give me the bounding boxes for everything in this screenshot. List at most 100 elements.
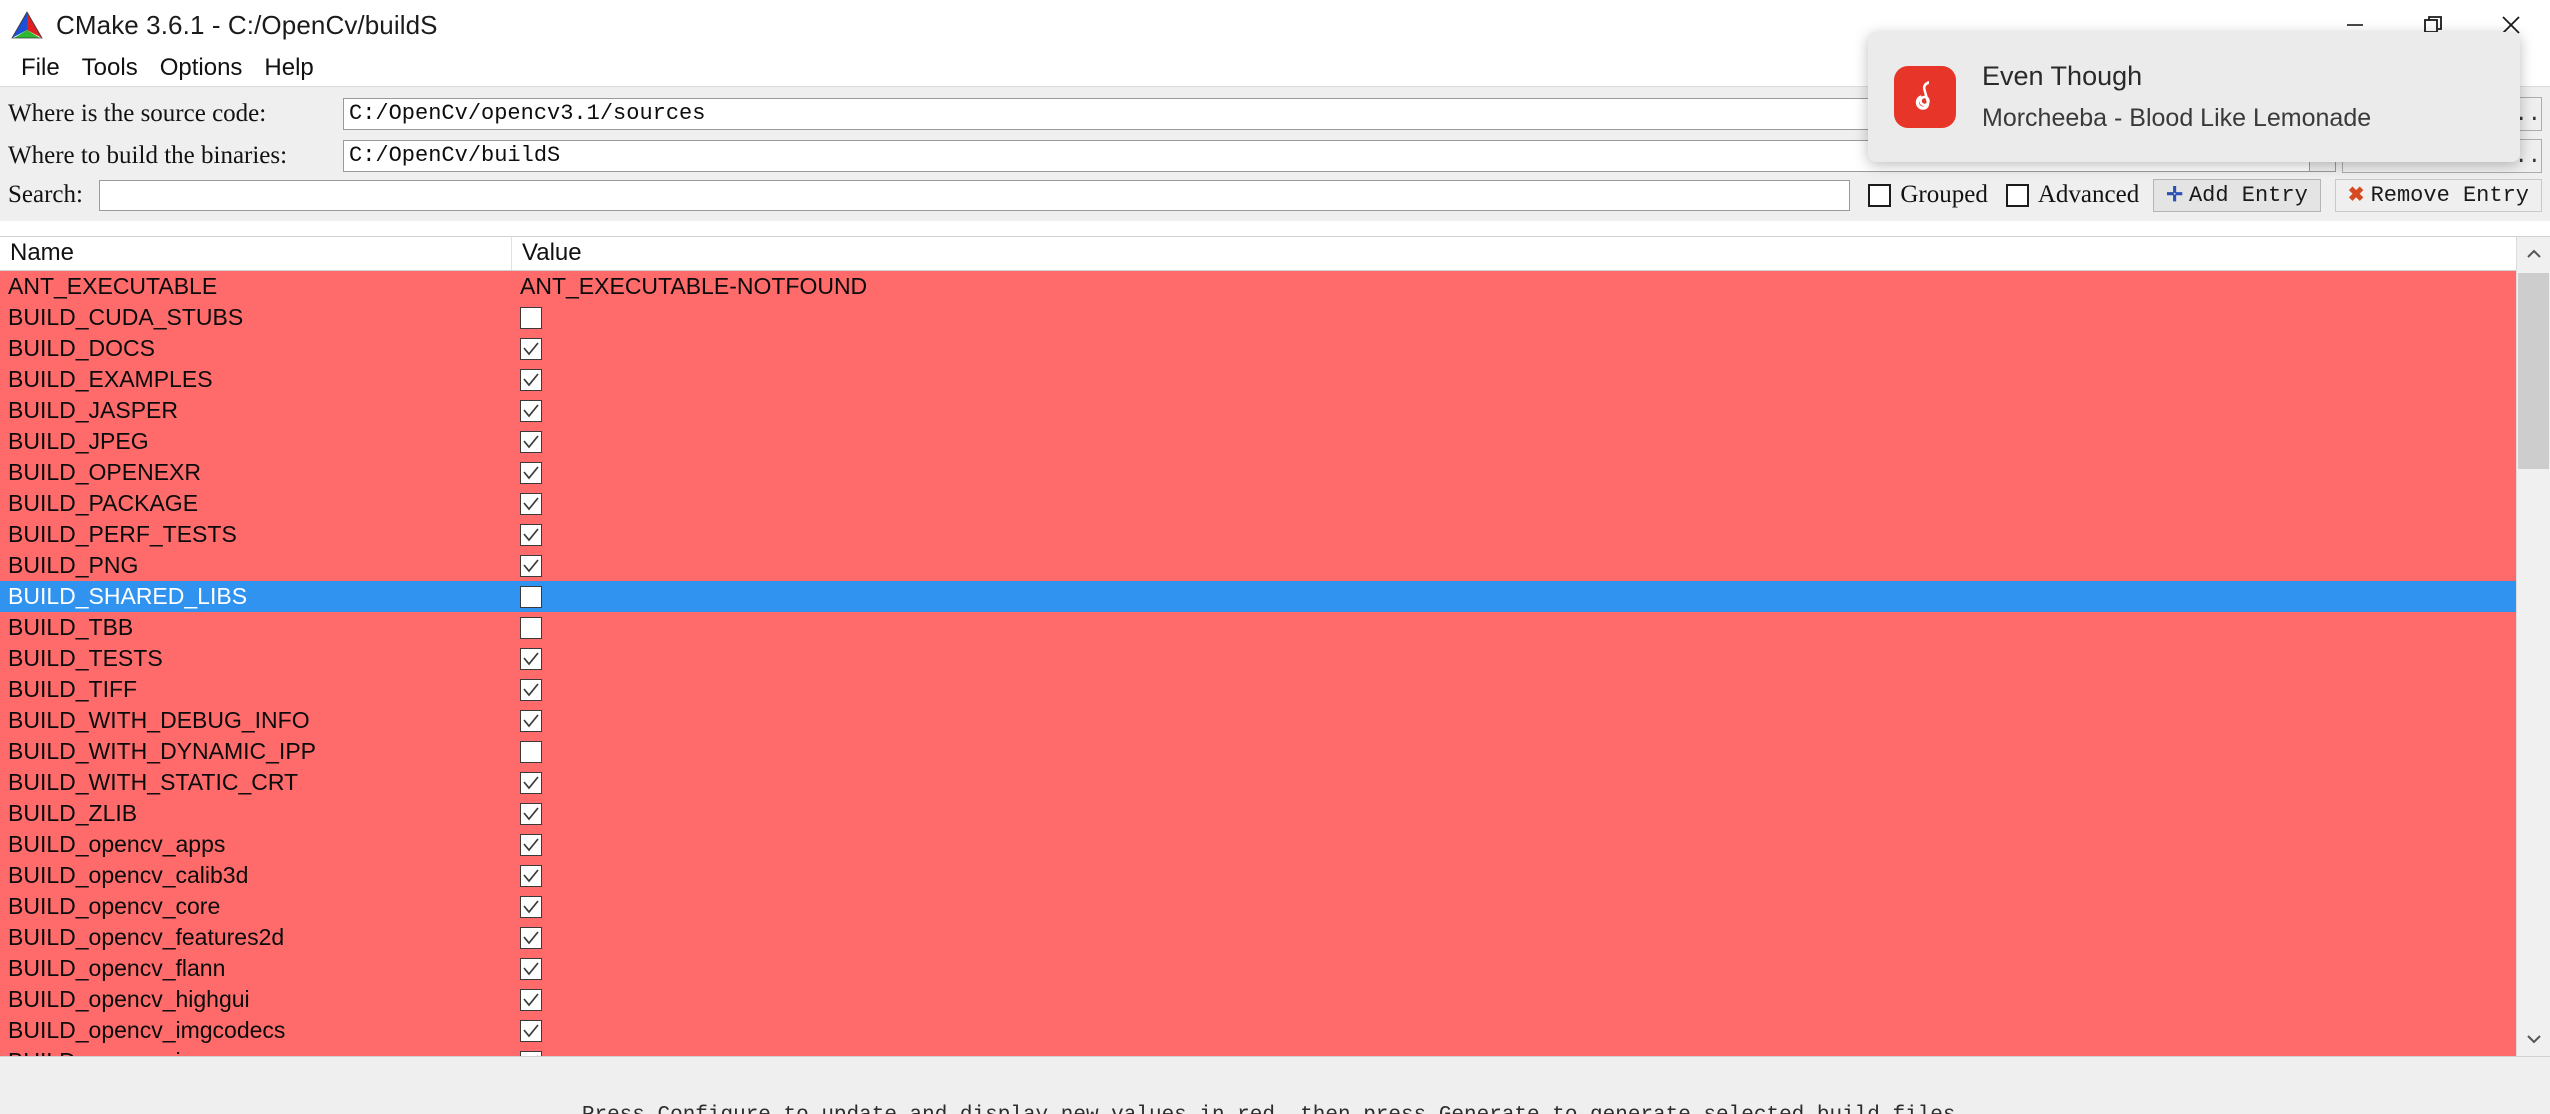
table-row[interactable]: BUILD_SHARED_LIBS (0, 581, 2516, 612)
cache-entry-value[interactable] (512, 430, 2516, 453)
table-row[interactable]: BUILD_TIFF (0, 674, 2516, 705)
checkbox-checked[interactable] (520, 368, 542, 391)
table-row[interactable]: BUILD_DOCS (0, 333, 2516, 364)
cache-entry-value[interactable]: ANT_EXECUTABLE-NOTFOUND (512, 273, 2516, 300)
table-row[interactable]: BUILD_opencv_imgcodecs (0, 1015, 2516, 1046)
cache-entry-name: BUILD_WITH_DYNAMIC_IPP (8, 738, 317, 764)
table-row[interactable]: BUILD_TBB (0, 612, 2516, 643)
checkmark-icon (523, 682, 539, 696)
checkmark-icon (523, 775, 539, 789)
table-row[interactable]: BUILD_opencv_features2d (0, 922, 2516, 953)
cache-entry-value[interactable] (512, 895, 2516, 918)
checkbox-checked[interactable] (520, 895, 542, 918)
search-input[interactable] (99, 179, 1851, 211)
column-header-name[interactable]: Name (0, 237, 512, 270)
checkbox-checked[interactable] (520, 1019, 542, 1042)
table-row[interactable]: BUILD_opencv_calib3d (0, 860, 2516, 891)
cache-entry-value[interactable] (512, 399, 2516, 422)
search-toolbar: Search: Grouped Advanced ✛ Add Entry ✖ R… (0, 177, 2550, 217)
checkbox-checked[interactable] (520, 833, 542, 856)
table-row[interactable]: BUILD_EXAMPLES (0, 364, 2516, 395)
cache-entry-name: BUILD_EXAMPLES (8, 366, 213, 392)
checkbox-checked[interactable] (520, 461, 542, 484)
table-row[interactable]: BUILD_OPENEXR (0, 457, 2516, 488)
cache-entry-value[interactable] (512, 585, 2516, 608)
cache-entry-value[interactable] (512, 802, 2516, 825)
cache-entry-value[interactable] (512, 678, 2516, 701)
menu-item-tools[interactable]: Tools (71, 53, 149, 83)
checkbox-unchecked[interactable] (520, 585, 542, 608)
table-row[interactable]: BUILD_TESTS (0, 643, 2516, 674)
status-message: Press Configure to update and display ne… (582, 1104, 1968, 1114)
table-row[interactable]: BUILD_CUDA_STUBS (0, 302, 2516, 333)
cache-entry-value[interactable] (512, 864, 2516, 887)
checkbox-checked[interactable] (520, 430, 542, 453)
checkbox-checked[interactable] (520, 647, 542, 670)
table-row[interactable]: BUILD_PACKAGE (0, 488, 2516, 519)
scroll-up-button[interactable] (2517, 237, 2550, 271)
table-row[interactable]: BUILD_WITH_DYNAMIC_IPP (0, 736, 2516, 767)
table-row[interactable]: BUILD_PNG (0, 550, 2516, 581)
table-row[interactable]: BUILD_opencv_flann (0, 953, 2516, 984)
table-row[interactable]: BUILD_ZLIB (0, 798, 2516, 829)
cache-entry-value[interactable] (512, 740, 2516, 763)
checkbox-unchecked[interactable] (520, 306, 542, 329)
cache-entry-value[interactable] (512, 461, 2516, 484)
table-row[interactable]: BUILD_opencv_imgproc (0, 1046, 2516, 1056)
table-row[interactable]: BUILD_WITH_DEBUG_INFO (0, 705, 2516, 736)
cache-entry-value[interactable] (512, 926, 2516, 949)
cache-entry-value[interactable] (512, 833, 2516, 856)
add-entry-button[interactable]: ✛ Add Entry (2153, 178, 2321, 212)
checkbox-unchecked[interactable] (520, 616, 542, 639)
checkbox-checked[interactable] (520, 399, 542, 422)
column-header-value[interactable]: Value (512, 237, 2516, 270)
music-notification-toast[interactable]: Even Though Morcheeba - Blood Like Lemon… (1868, 32, 2520, 162)
checkmark-icon (523, 930, 539, 944)
scroll-down-button[interactable] (2517, 1022, 2550, 1056)
table-row[interactable]: BUILD_opencv_highgui (0, 984, 2516, 1015)
checkbox-checked[interactable] (520, 554, 542, 577)
cache-entry-value[interactable] (512, 771, 2516, 794)
cache-entry-value[interactable] (512, 957, 2516, 980)
cache-entry-value[interactable] (512, 337, 2516, 360)
checkbox-checked[interactable] (520, 771, 542, 794)
table-row[interactable]: BUILD_opencv_core (0, 891, 2516, 922)
advanced-checkbox[interactable]: Advanced (2005, 181, 2139, 209)
cache-entry-value[interactable] (512, 616, 2516, 639)
cache-entry-value[interactable] (512, 988, 2516, 1011)
checkbox-unchecked[interactable] (520, 740, 542, 763)
cache-entry-value[interactable] (512, 492, 2516, 515)
cache-entry-value[interactable] (512, 523, 2516, 546)
checkbox-checked[interactable] (520, 678, 542, 701)
checkbox-checked[interactable] (520, 864, 542, 887)
checkbox-checked[interactable] (520, 492, 542, 515)
grouped-checkbox[interactable]: Grouped (1868, 181, 1988, 209)
cache-entry-value[interactable] (512, 306, 2516, 329)
cache-entry-value[interactable] (512, 554, 2516, 577)
table-row[interactable]: ANT_EXECUTABLE ANT_EXECUTABLE-NOTFOUND (0, 271, 2516, 302)
checkbox-checked[interactable] (520, 926, 542, 949)
remove-entry-button[interactable]: ✖ Remove Entry (2334, 178, 2542, 212)
checkbox-checked[interactable] (520, 709, 542, 732)
cache-entry-value[interactable] (512, 1019, 2516, 1042)
table-row[interactable]: BUILD_PERF_TESTS (0, 519, 2516, 550)
checkbox-checked[interactable] (520, 337, 542, 360)
cache-entry-value[interactable] (512, 709, 2516, 732)
menu-item-options[interactable]: Options (149, 53, 254, 83)
scrollbar-thumb[interactable] (2518, 273, 2549, 469)
table-row[interactable]: BUILD_opencv_apps (0, 829, 2516, 860)
table-row[interactable]: BUILD_WITH_STATIC_CRT (0, 767, 2516, 798)
menu-item-help[interactable]: Help (253, 53, 324, 83)
table-row[interactable]: BUILD_JASPER (0, 395, 2516, 426)
checkbox-checked[interactable] (520, 957, 542, 980)
checkbox-checked[interactable] (520, 802, 542, 825)
table-row[interactable]: BUILD_JPEG (0, 426, 2516, 457)
cache-entry-name: BUILD_opencv_apps (8, 831, 226, 857)
checkmark-icon (523, 527, 539, 541)
menu-item-file[interactable]: File (10, 53, 71, 83)
checkbox-checked[interactable] (520, 988, 542, 1011)
vertical-scrollbar[interactable] (2516, 237, 2550, 1056)
cache-entry-value[interactable] (512, 647, 2516, 670)
checkbox-checked[interactable] (520, 523, 542, 546)
cache-entry-value[interactable] (512, 368, 2516, 391)
